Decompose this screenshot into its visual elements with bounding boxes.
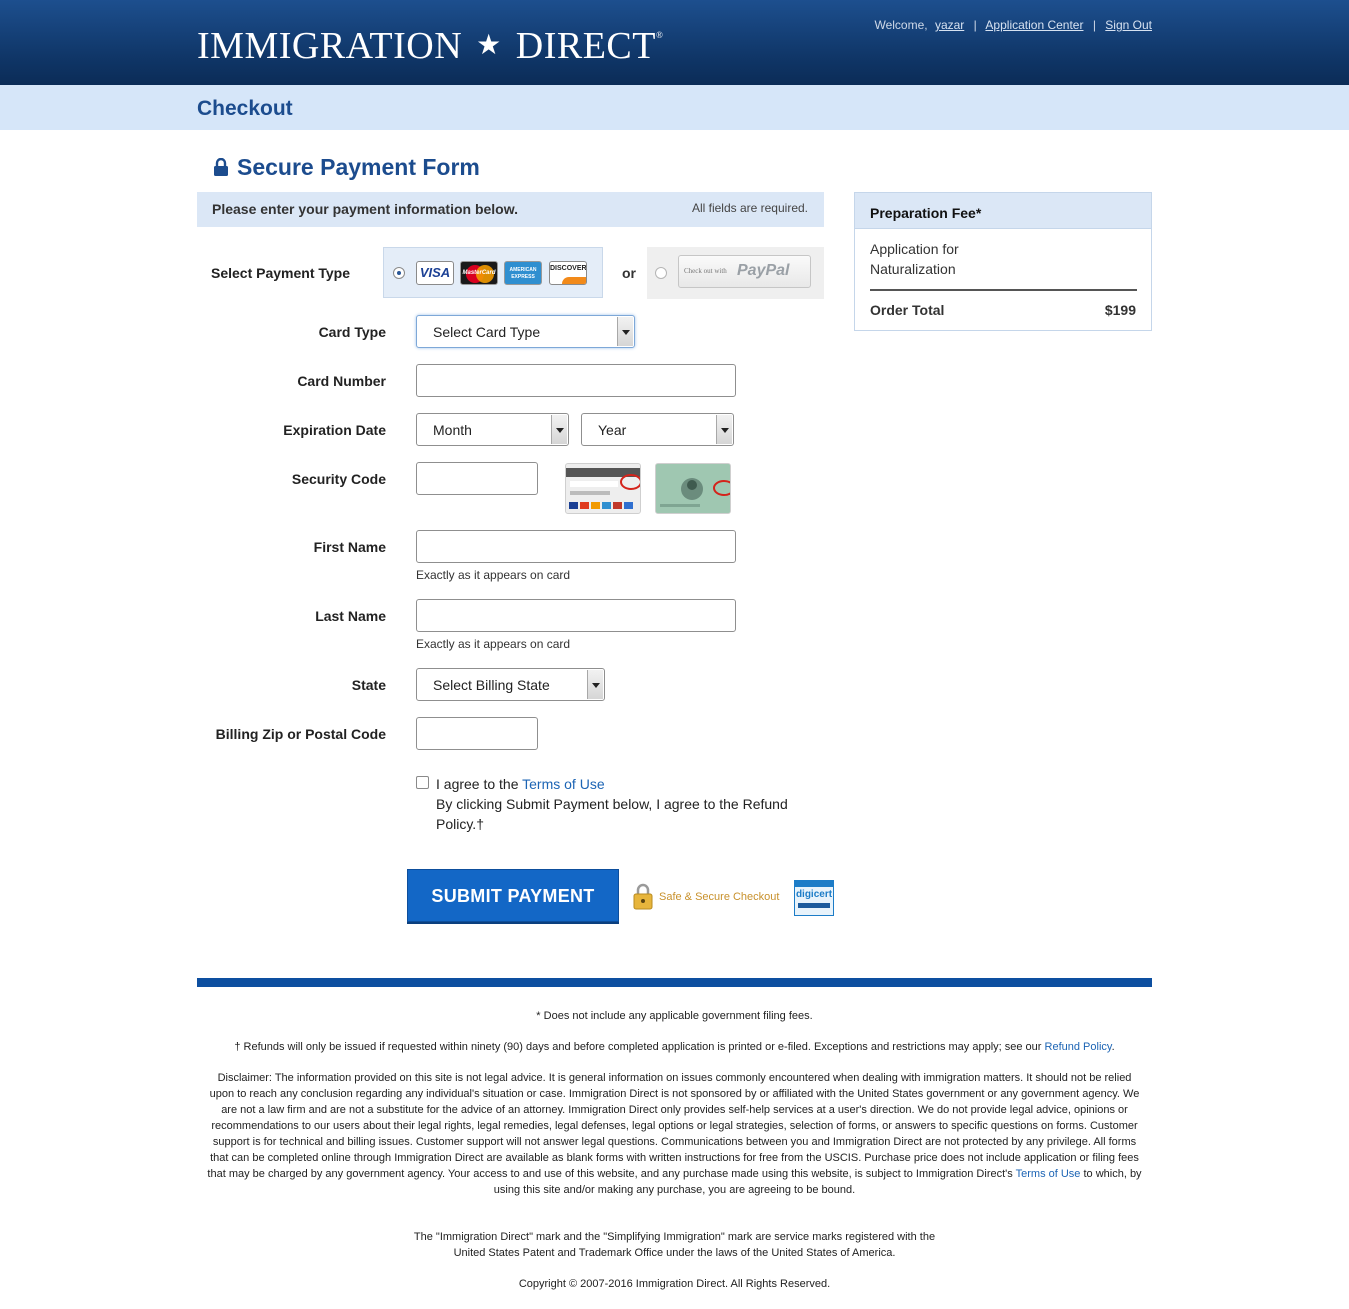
year-value: Year xyxy=(598,422,627,438)
agree-prefix: I agree to the xyxy=(436,776,523,792)
state-label: State xyxy=(351,677,386,693)
digicert-seal-icon[interactable]: digicert xyxy=(794,880,834,916)
footer-terms-link[interactable]: Terms of Use xyxy=(1016,1168,1081,1180)
security-code-label: Security Code xyxy=(291,471,386,487)
site-header: IMMIGRATION ★ DIRECT® Welcome, yazar | A… xyxy=(0,0,1349,85)
footer-trademark-note: The "Immigration Direct" mark and the "S… xyxy=(413,1231,936,1259)
order-total-value: $199 xyxy=(1104,302,1136,318)
security-code-input[interactable] xyxy=(416,462,538,495)
nav-separator: | xyxy=(973,18,977,32)
page-title: Checkout xyxy=(197,97,293,120)
username-link[interactable]: yazar xyxy=(935,18,964,32)
discover-text: DISCOVER xyxy=(550,265,587,272)
card-back-cvv-icon xyxy=(565,463,641,514)
discover-logo-icon: DISCOVER xyxy=(549,261,587,285)
account-nav: Welcome, yazar | Application Center | Si… xyxy=(874,18,1152,32)
page-title-bar: Checkout xyxy=(0,85,1349,130)
instructions-text: Please enter your payment information be… xyxy=(212,201,518,217)
paypal-option[interactable]: Check out with PayPal xyxy=(647,247,824,299)
paypal-checkout-button[interactable]: Check out with PayPal xyxy=(678,255,811,288)
form-heading-text: Secure Payment Form xyxy=(237,154,480,180)
logo-star-icon: ★ xyxy=(476,30,502,61)
summary-divider xyxy=(870,289,1137,291)
first-name-label: First Name xyxy=(313,539,386,555)
refund-policy-link[interactable]: Refund Policy xyxy=(1045,1041,1112,1053)
footer-refund-note: † Refunds will only be issued if request… xyxy=(207,1039,1142,1055)
card-number-label: Card Number xyxy=(297,373,386,389)
sign-out-link[interactable]: Sign Out xyxy=(1105,18,1152,32)
last-name-hint: Exactly as it appears on card xyxy=(416,637,571,651)
state-value: Select Billing State xyxy=(433,677,550,693)
dropdown-arrow-icon xyxy=(587,670,603,699)
dropdown-arrow-icon xyxy=(551,415,567,444)
footer-copyright: Copyright © 2007-2016 Immigration Direct… xyxy=(518,1278,831,1290)
zip-label: Billing Zip or Postal Code xyxy=(215,726,386,742)
footer-divider xyxy=(197,978,1152,987)
logo-registered-mark: ® xyxy=(655,30,664,40)
dropdown-arrow-icon xyxy=(716,415,732,444)
application-center-link[interactable]: Application Center xyxy=(985,18,1083,32)
order-summary: Preparation Fee* Application for Natural… xyxy=(854,192,1152,331)
summary-heading: Preparation Fee* xyxy=(855,193,1151,229)
billing-state-select[interactable]: Select Billing State xyxy=(416,668,605,701)
card-type-label: Card Type xyxy=(318,324,386,340)
paypal-logo-icon: PayPal xyxy=(737,262,790,279)
refund-text: † Refunds will only be issued if request… xyxy=(234,1041,1045,1053)
nav-separator: | xyxy=(1092,18,1096,32)
submit-payment-button[interactable]: SUBMIT PAYMENT xyxy=(407,869,619,922)
card-number-input[interactable] xyxy=(416,364,736,397)
welcome-text: Welcome, xyxy=(874,18,928,32)
amex-cvv-icon xyxy=(655,463,731,514)
paypal-radio[interactable] xyxy=(655,267,667,279)
mastercard-text: MasterCard xyxy=(462,270,496,276)
instructions-bar: Please enter your payment information be… xyxy=(197,192,824,227)
month-value: Month xyxy=(433,422,472,438)
padlock-icon xyxy=(633,883,653,910)
or-separator: or xyxy=(622,265,636,281)
card-type-value: Select Card Type xyxy=(433,324,541,340)
expiration-month-select[interactable]: Month xyxy=(416,413,569,446)
zip-input[interactable] xyxy=(416,717,538,750)
payment-type-label: Select Payment Type xyxy=(211,265,351,281)
first-name-hint: Exactly as it appears on card xyxy=(416,568,571,582)
footer-disclaimer: Disclaimer: The information provided on … xyxy=(207,1070,1142,1198)
secure-checkout-text: Safe & Secure Checkout xyxy=(659,891,780,903)
site-logo[interactable]: IMMIGRATION ★ DIRECT® xyxy=(197,24,663,68)
credit-card-radio[interactable] xyxy=(393,267,405,279)
lock-icon xyxy=(214,158,228,176)
mastercard-logo-icon: MasterCard xyxy=(460,261,498,285)
expiration-year-select[interactable]: Year xyxy=(581,413,734,446)
paypal-small-text: Check out with xyxy=(684,267,727,275)
refund-end: . xyxy=(1111,1041,1115,1053)
footer-fee-note: * Does not include any applicable govern… xyxy=(536,1010,813,1022)
first-name-input[interactable] xyxy=(416,530,736,563)
amex-logo-icon: AMERICAN EXPRESS xyxy=(504,261,542,285)
visa-logo-icon: VISA xyxy=(416,261,454,285)
order-total-label: Order Total xyxy=(870,302,945,318)
terms-of-use-link[interactable]: Terms of Use xyxy=(522,776,604,792)
form-heading: Secure Payment Form xyxy=(213,154,480,181)
summary-item: Application for Naturalization xyxy=(870,241,959,277)
credit-card-option[interactable]: VISA MasterCard AMERICAN EXPRESS DISCOVE… xyxy=(383,247,603,298)
required-note: All fields are required. xyxy=(691,201,808,215)
disclaimer-text: Disclaimer: The information provided on … xyxy=(207,1072,1140,1180)
dropdown-arrow-icon xyxy=(617,317,633,346)
last-name-input[interactable] xyxy=(416,599,736,632)
logo-word-left: IMMIGRATION xyxy=(197,25,463,67)
card-type-select[interactable]: Select Card Type xyxy=(416,315,635,348)
agree-body: By clicking Submit Payment below, I agre… xyxy=(436,796,788,832)
terms-checkbox[interactable] xyxy=(416,776,429,789)
expiration-date-label: Expiration Date xyxy=(283,422,386,438)
logo-word-right: DIRECT xyxy=(515,25,656,67)
last-name-label: Last Name xyxy=(315,608,386,624)
terms-agreement: I agree to the Terms of Use By clicking … xyxy=(436,774,816,834)
